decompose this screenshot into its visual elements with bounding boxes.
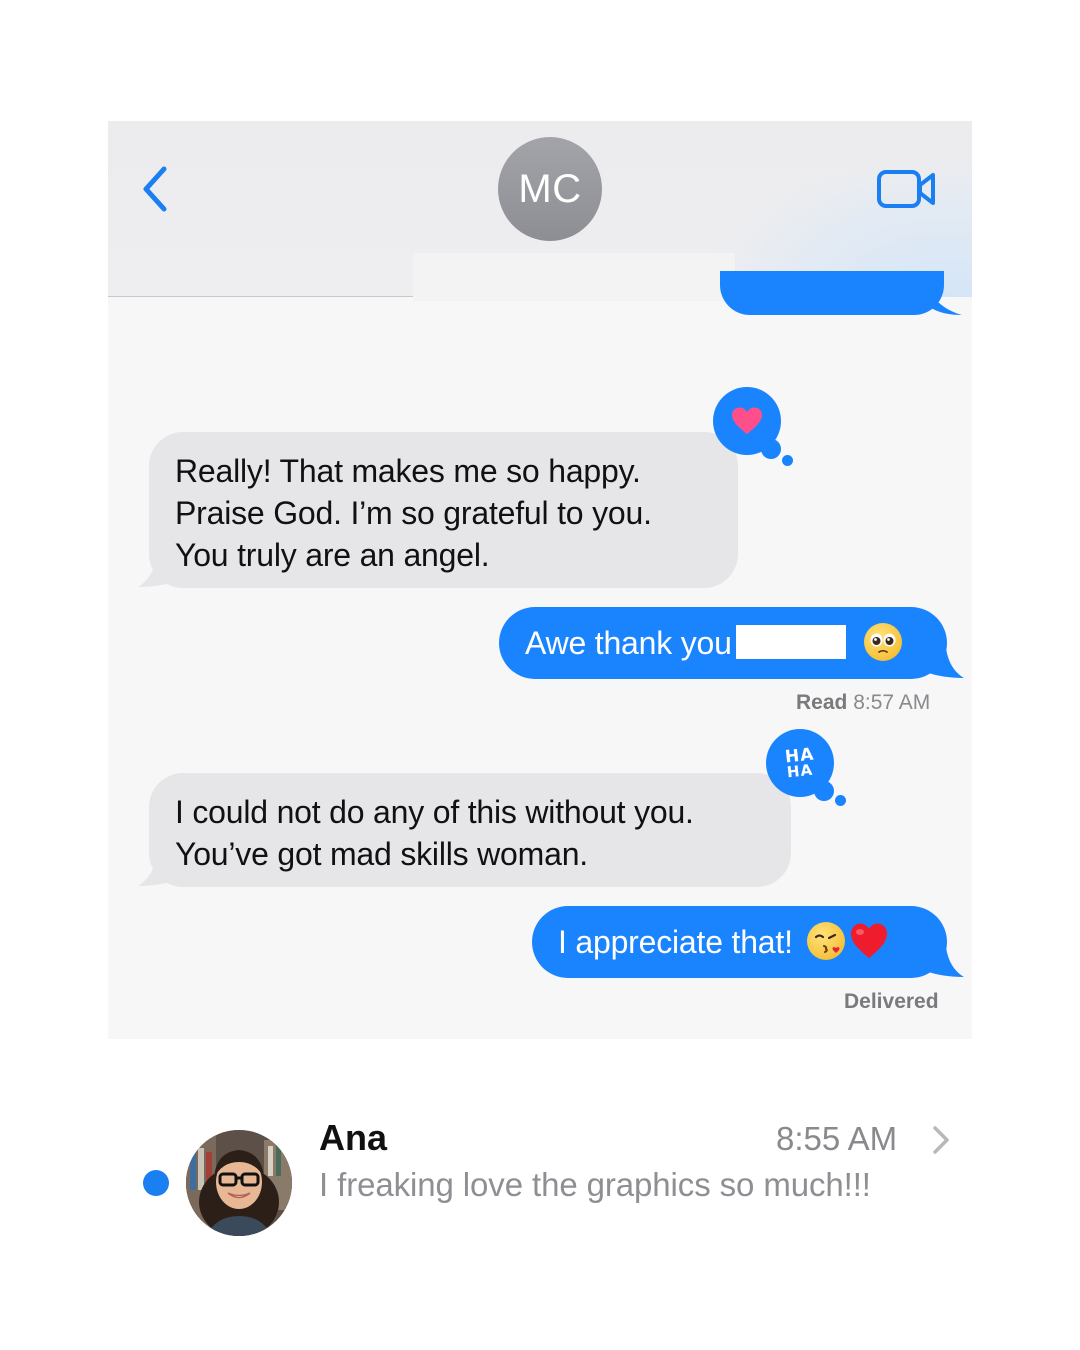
contact-avatar[interactable]: MC	[498, 137, 602, 241]
message-time: 8:55 AM	[776, 1120, 898, 1157]
tapback-dot	[835, 795, 846, 806]
bubble-tail	[926, 648, 964, 678]
delivered-status: Delivered	[844, 990, 939, 1014]
pleading-face-emoji	[863, 623, 902, 661]
avatar[interactable]	[186, 1130, 292, 1236]
video-call-button[interactable]	[876, 167, 938, 211]
delivered-label: Delivered	[844, 990, 939, 1013]
tapback-dot	[761, 439, 781, 459]
incoming-message-bubble[interactable]: I could not do any of this without you. …	[149, 773, 791, 887]
bubble-tail	[138, 559, 176, 587]
read-time: 8:57 AM	[853, 691, 931, 714]
read-label: Read	[796, 691, 848, 714]
previous-message-bubble[interactable]	[720, 271, 944, 315]
contact-initials: MC	[518, 166, 582, 211]
video-camera-icon	[877, 170, 935, 208]
profile-photo	[186, 1130, 292, 1236]
message-text: Awe thank you	[525, 625, 732, 661]
kissing-face-emoji	[806, 922, 845, 960]
disclosure-button[interactable]	[930, 1124, 952, 1156]
message-text: I appreciate that!	[558, 924, 793, 960]
haha-text: HA	[785, 760, 814, 781]
tapback-dot	[814, 781, 834, 801]
conversation-screenshot: MC Really! That makes me so happy. Prais…	[108, 121, 972, 1039]
outgoing-message-bubble[interactable]: I appreciate that!	[532, 906, 947, 978]
message-line: Really! That makes me so happy.	[175, 453, 641, 489]
incoming-message-bubble[interactable]: Really! That makes me so happy. Praise G…	[149, 432, 738, 588]
message-line: Praise God. I’m so grateful to you.	[175, 495, 652, 531]
tapback-dot	[782, 455, 793, 466]
heart-icon	[732, 407, 762, 434]
message-line: I could not do any of this without you.	[175, 794, 694, 830]
unread-indicator	[143, 1170, 169, 1196]
chevron-right-icon	[933, 1126, 949, 1154]
redaction-block	[735, 625, 846, 659]
outgoing-message-bubble[interactable]: Awe thank you	[499, 607, 947, 679]
read-receipt: Read 8:57 AM	[796, 691, 930, 715]
contact-name: Ana	[319, 1117, 388, 1158]
message-line: You truly are an angel.	[175, 537, 490, 573]
redaction-block	[413, 253, 735, 301]
message-preview: I freaking love the graphics so much!!!	[319, 1166, 871, 1203]
chevron-left-icon	[143, 166, 167, 212]
bubble-tail	[926, 947, 964, 977]
bubble-tail	[930, 291, 962, 315]
back-button[interactable]	[136, 165, 176, 213]
red-heart-emoji	[849, 922, 889, 970]
message-line: You’ve got mad skills woman.	[175, 836, 588, 872]
bubble-tail	[138, 858, 176, 886]
